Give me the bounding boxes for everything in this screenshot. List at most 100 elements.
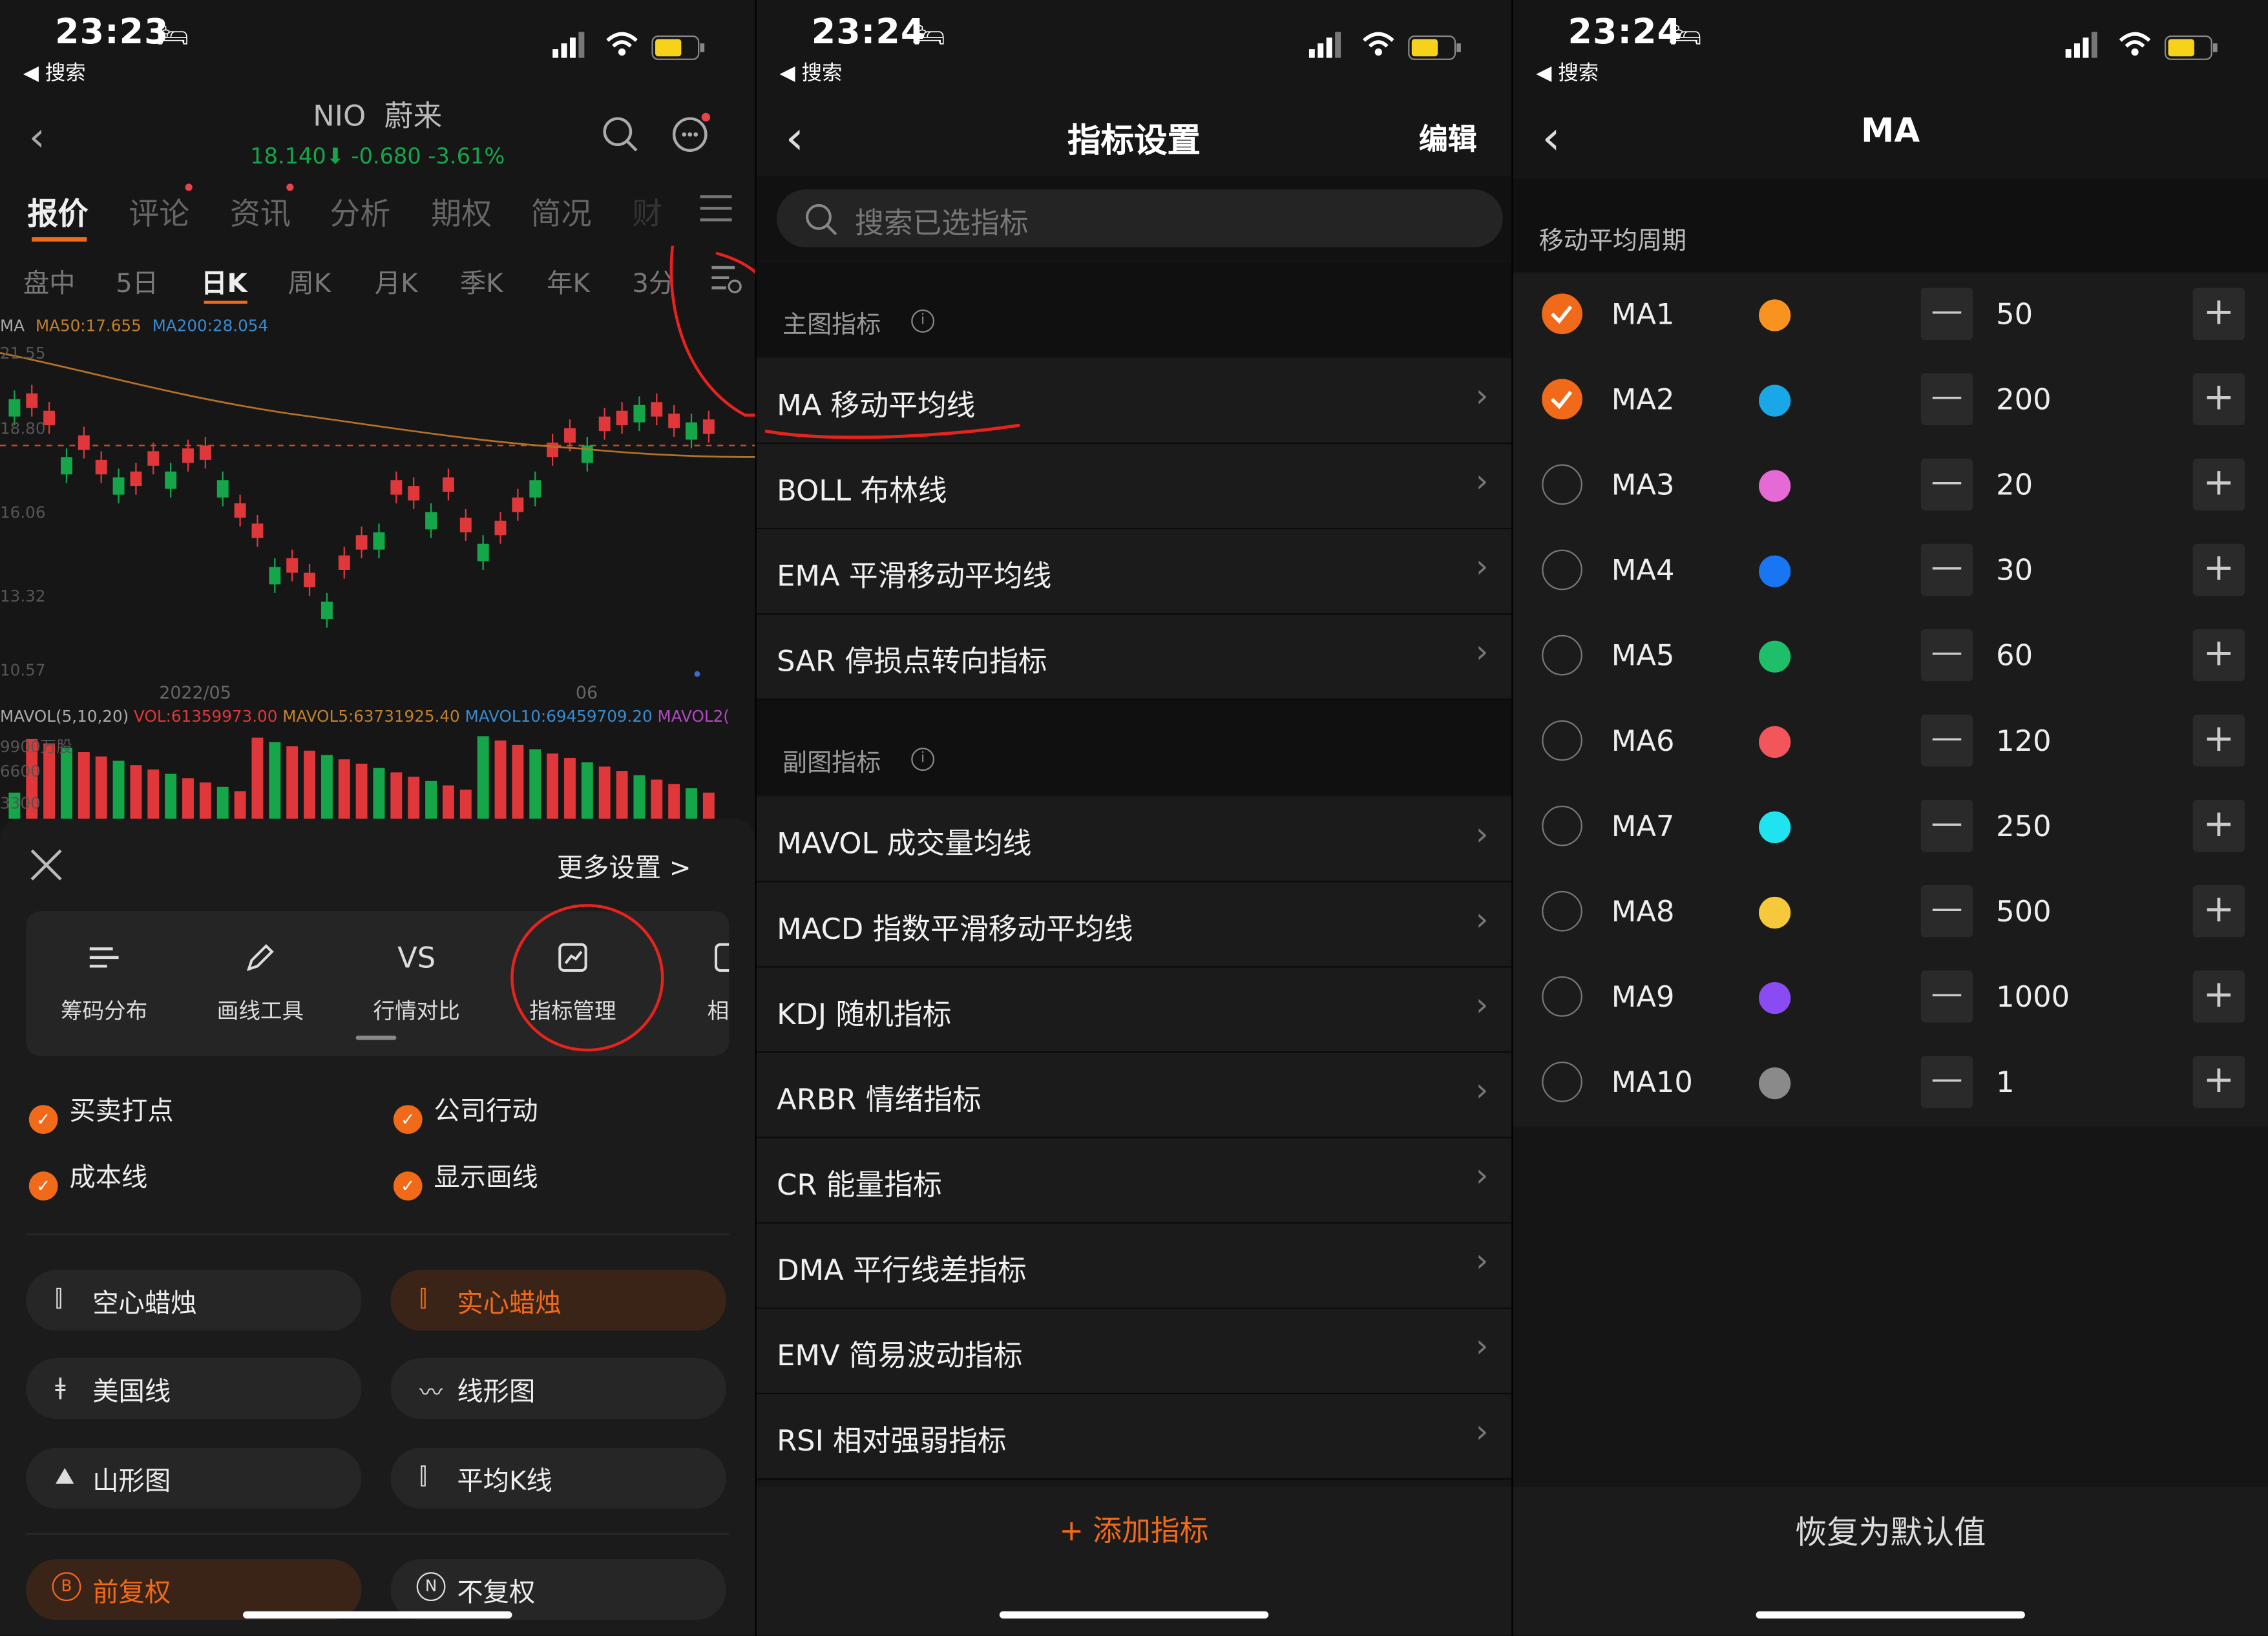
indicator-row[interactable]: BOLL 布林线 › (756, 444, 1512, 530)
tab-financials[interactable]: 财 (632, 191, 662, 234)
option-trade-points[interactable]: ✓ 买卖打点 (28, 1091, 174, 1134)
tab-comments[interactable]: 评论 (129, 191, 189, 234)
decrement-button[interactable]: — (1920, 970, 1973, 1023)
decrement-button[interactable]: — (1920, 288, 1973, 341)
checkbox-icon[interactable] (1542, 720, 1582, 761)
period-week-k[interactable]: 周K (288, 263, 331, 300)
close-icon[interactable] (29, 848, 64, 888)
increment-button[interactable]: + (2192, 543, 2245, 596)
increment-button[interactable]: + (2192, 885, 2245, 938)
decrement-button[interactable]: — (1920, 458, 1973, 511)
indicator-row[interactable]: SAR 停损点转向指标 › (756, 614, 1512, 700)
checkbox-icon[interactable] (1542, 549, 1582, 591)
style-ohlc[interactable]: ǂ 美国线 (26, 1358, 362, 1419)
indicator-row[interactable]: EMV 简易波动指标 › (756, 1308, 1512, 1394)
chat-icon[interactable] (671, 112, 715, 162)
period-5day[interactable]: 5日 (116, 263, 158, 300)
period-intraday[interactable]: 盘中 (23, 263, 76, 300)
period-year-k[interactable]: 年K (547, 263, 590, 300)
increment-button[interactable]: + (2192, 1056, 2245, 1108)
checkbox-icon[interactable] (1542, 890, 1582, 932)
indicator-row[interactable]: RSI 相对强弱指标 › (756, 1394, 1512, 1480)
decrement-button[interactable]: — (1920, 629, 1973, 682)
reset-default-button[interactable]: 恢复为默认值 (1513, 1507, 2267, 1554)
tab-news[interactable]: 资讯 (230, 191, 291, 234)
tool-chip-distribution[interactable]: 筹码分布 (32, 940, 176, 1025)
option-cost-line[interactable]: ✓ 成本线 (28, 1157, 147, 1201)
increment-button[interactable]: + (2192, 458, 2245, 511)
ma-period-value[interactable]: 30 (1996, 552, 2033, 587)
increment-button[interactable]: + (2192, 714, 2245, 767)
ma-period-value[interactable]: 250 (1996, 808, 2051, 843)
style-heikin-ashi[interactable]: ⫿ 平均K线 (390, 1447, 726, 1509)
back-to-search[interactable]: ◀ 搜索 (1536, 58, 1599, 87)
tool-compare[interactable]: VS 行情对比 (344, 940, 489, 1025)
checkbox-icon[interactable] (1542, 805, 1582, 846)
ma-period-value[interactable]: 50 (1996, 297, 2033, 331)
option-show-drawings[interactable]: ✓ 显示画线 (393, 1157, 538, 1201)
color-swatch[interactable] (1759, 384, 1791, 417)
decrement-button[interactable]: — (1920, 543, 1973, 596)
checkbox-icon[interactable] (1542, 1062, 1582, 1102)
indicator-row[interactable]: KDJ 随机指标 › (756, 967, 1512, 1053)
back-to-search[interactable]: ◀ 搜索 (780, 58, 843, 87)
color-swatch[interactable] (1759, 981, 1791, 1014)
color-swatch[interactable] (1759, 640, 1791, 673)
period-day-k[interactable]: 日K (201, 263, 247, 300)
color-swatch[interactable] (1759, 555, 1791, 587)
indicator-row[interactable]: MACD 指数平滑移动平均线 › (756, 882, 1512, 968)
style-line[interactable]: 〰线形图 (390, 1358, 726, 1419)
decrement-button[interactable]: — (1920, 799, 1973, 852)
color-swatch[interactable] (1759, 299, 1791, 331)
checkbox-icon[interactable] (1542, 379, 1582, 420)
add-indicator-button[interactable]: + 添加指标 (757, 1507, 1511, 1549)
ma-period-value[interactable]: 500 (1996, 894, 2051, 928)
increment-button[interactable]: + (2192, 373, 2245, 426)
decrement-button[interactable]: — (1920, 885, 1973, 938)
checkbox-icon[interactable] (1542, 293, 1582, 335)
period-month-k[interactable]: 月K (375, 263, 418, 300)
increment-button[interactable]: + (2192, 799, 2245, 852)
decrement-button[interactable]: — (1920, 1056, 1973, 1108)
back-to-search[interactable]: ◀ 搜索 (23, 58, 86, 87)
kline-chart[interactable] (0, 341, 755, 706)
ma-period-value[interactable]: 1 (1996, 1065, 2015, 1100)
increment-button[interactable]: + (2192, 629, 2245, 682)
increment-button[interactable]: + (2192, 288, 2245, 341)
decrement-button[interactable]: — (1920, 714, 1973, 767)
indicator-row[interactable]: MAVOL 成交量均线 › (756, 797, 1512, 883)
ma-period-value[interactable]: 1000 (1996, 979, 2070, 1014)
ma-period-value[interactable]: 60 (1996, 638, 2033, 673)
color-swatch[interactable] (1759, 1067, 1791, 1100)
ma-period-value[interactable]: 200 (1996, 382, 2051, 417)
search-input[interactable]: 搜索已选指标 (777, 189, 1503, 247)
ma-period-value[interactable]: 120 (1996, 723, 2051, 758)
color-swatch[interactable] (1759, 726, 1791, 758)
tab-options[interactable]: 期权 (431, 191, 492, 234)
checkbox-icon[interactable] (1542, 464, 1582, 505)
indicator-row[interactable]: DMA 平行线差指标 › (756, 1223, 1512, 1309)
indicator-row[interactable]: EMA 平滑移动平均线 › (756, 529, 1512, 615)
checkbox-icon[interactable] (1542, 634, 1582, 676)
decrement-button[interactable]: — (1920, 373, 1973, 426)
indicator-row[interactable]: ARBR 情绪指标 › (756, 1053, 1512, 1138)
color-swatch[interactable] (1759, 811, 1791, 844)
tab-profile[interactable]: 简况 (531, 191, 592, 234)
period-quarter-k[interactable]: 季K (460, 263, 503, 300)
checkbox-icon[interactable] (1542, 976, 1582, 1017)
style-solid-candle[interactable]: ⫿ 实心蜡烛 (390, 1270, 726, 1331)
menu-icon[interactable] (700, 194, 732, 229)
ma-period-value[interactable]: 20 (1996, 467, 2033, 502)
search-icon[interactable] (602, 116, 639, 159)
tool-drawing[interactable]: 画线工具 (188, 940, 333, 1025)
more-settings-link[interactable]: 更多设置 > (557, 848, 691, 885)
option-corporate-actions[interactable]: ✓ 公司行动 (393, 1091, 538, 1134)
indicator-row[interactable]: CR 能量指标 › (756, 1138, 1512, 1224)
edit-button[interactable]: 编辑 (1419, 116, 1477, 158)
tab-quote[interactable]: 报价 (28, 191, 89, 234)
increment-button[interactable]: + (2192, 970, 2245, 1023)
style-hollow-candle[interactable]: ⫿ 空心蜡烛 (26, 1270, 362, 1331)
style-mountain[interactable]: ⛰ 山形图 (26, 1447, 362, 1509)
tab-analysis[interactable]: 分析 (330, 191, 390, 234)
color-swatch[interactable] (1759, 896, 1791, 929)
